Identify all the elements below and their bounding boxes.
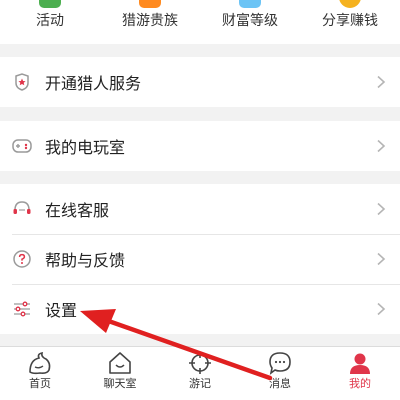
quick-item-label: 活动	[36, 13, 64, 29]
tab-travel-notes[interactable]: 游记	[160, 347, 240, 400]
shield-star-icon	[11, 71, 33, 93]
menu-item-hunter-service[interactable]: 开通猎人服务	[0, 57, 400, 107]
profile-screen: 活动 猎游贵族 财富等级 分享赚钱 开通猎人服务 我的电玩室 在线客服 帮助与反…	[0, 0, 400, 400]
tab-label: 游记	[189, 377, 211, 390]
tab-label: 聊天室	[103, 377, 137, 390]
crosshair-icon	[189, 352, 211, 374]
share-earn-icon	[339, 0, 361, 8]
chat-bubble-icon	[269, 352, 291, 375]
bottom-tab-bar: 首页 聊天室 游记 消息 我的	[0, 346, 400, 400]
quick-item-wealth-level[interactable]: 财富等级	[200, 0, 300, 44]
section-game-room: 我的电玩室	[0, 121, 400, 171]
quick-item-label: 分享赚钱	[322, 13, 378, 29]
gamepad-icon	[11, 135, 33, 157]
menu-item-help-feedback[interactable]: 帮助与反馈	[0, 234, 400, 284]
menu-item-label: 设置	[45, 301, 78, 320]
chevron-right-icon	[377, 302, 386, 316]
menu-item-game-room[interactable]: 我的电玩室	[0, 121, 400, 171]
quick-item-nobility[interactable]: 猎游贵族	[100, 0, 200, 44]
menu-item-label: 在线客服	[45, 201, 110, 220]
quick-entry-row: 活动 猎游贵族 财富等级 分享赚钱	[0, 0, 400, 44]
house-smile-icon	[109, 352, 131, 374]
tab-chatroom[interactable]: 聊天室	[80, 347, 160, 400]
chevron-right-icon	[377, 139, 386, 153]
tab-label: 我的	[349, 377, 371, 390]
quick-item-label: 财富等级	[222, 13, 278, 29]
sliders-icon	[11, 298, 33, 320]
user-icon	[350, 353, 370, 374]
question-circle-icon	[11, 248, 33, 270]
headset-icon	[11, 198, 33, 220]
chevron-right-icon	[377, 75, 386, 89]
quick-item-share-earn[interactable]: 分享赚钱	[300, 0, 400, 44]
quick-item-activity[interactable]: 活动	[0, 0, 100, 44]
wealth-level-icon	[239, 0, 261, 8]
menu-item-label: 开通猎人服务	[45, 74, 142, 93]
quick-item-label: 猎游贵族	[122, 13, 178, 29]
tab-home[interactable]: 首页	[0, 347, 80, 400]
home-animal-icon	[29, 351, 51, 375]
menu-item-label: 帮助与反馈	[45, 251, 126, 270]
tab-label: 首页	[29, 377, 51, 390]
activity-icon	[39, 0, 61, 8]
menu-item-label: 我的电玩室	[45, 138, 126, 157]
menu-item-settings[interactable]: 设置	[0, 284, 400, 334]
section-hunter: 开通猎人服务	[0, 57, 400, 107]
menu-item-online-service[interactable]: 在线客服	[0, 184, 400, 234]
tab-messages[interactable]: 消息	[240, 347, 320, 400]
section-support: 在线客服 帮助与反馈 设置	[0, 184, 400, 334]
nobility-icon	[139, 0, 161, 8]
chevron-right-icon	[377, 252, 386, 266]
tab-label: 消息	[269, 377, 291, 390]
chevron-right-icon	[377, 202, 386, 216]
tab-mine[interactable]: 我的	[320, 347, 400, 400]
